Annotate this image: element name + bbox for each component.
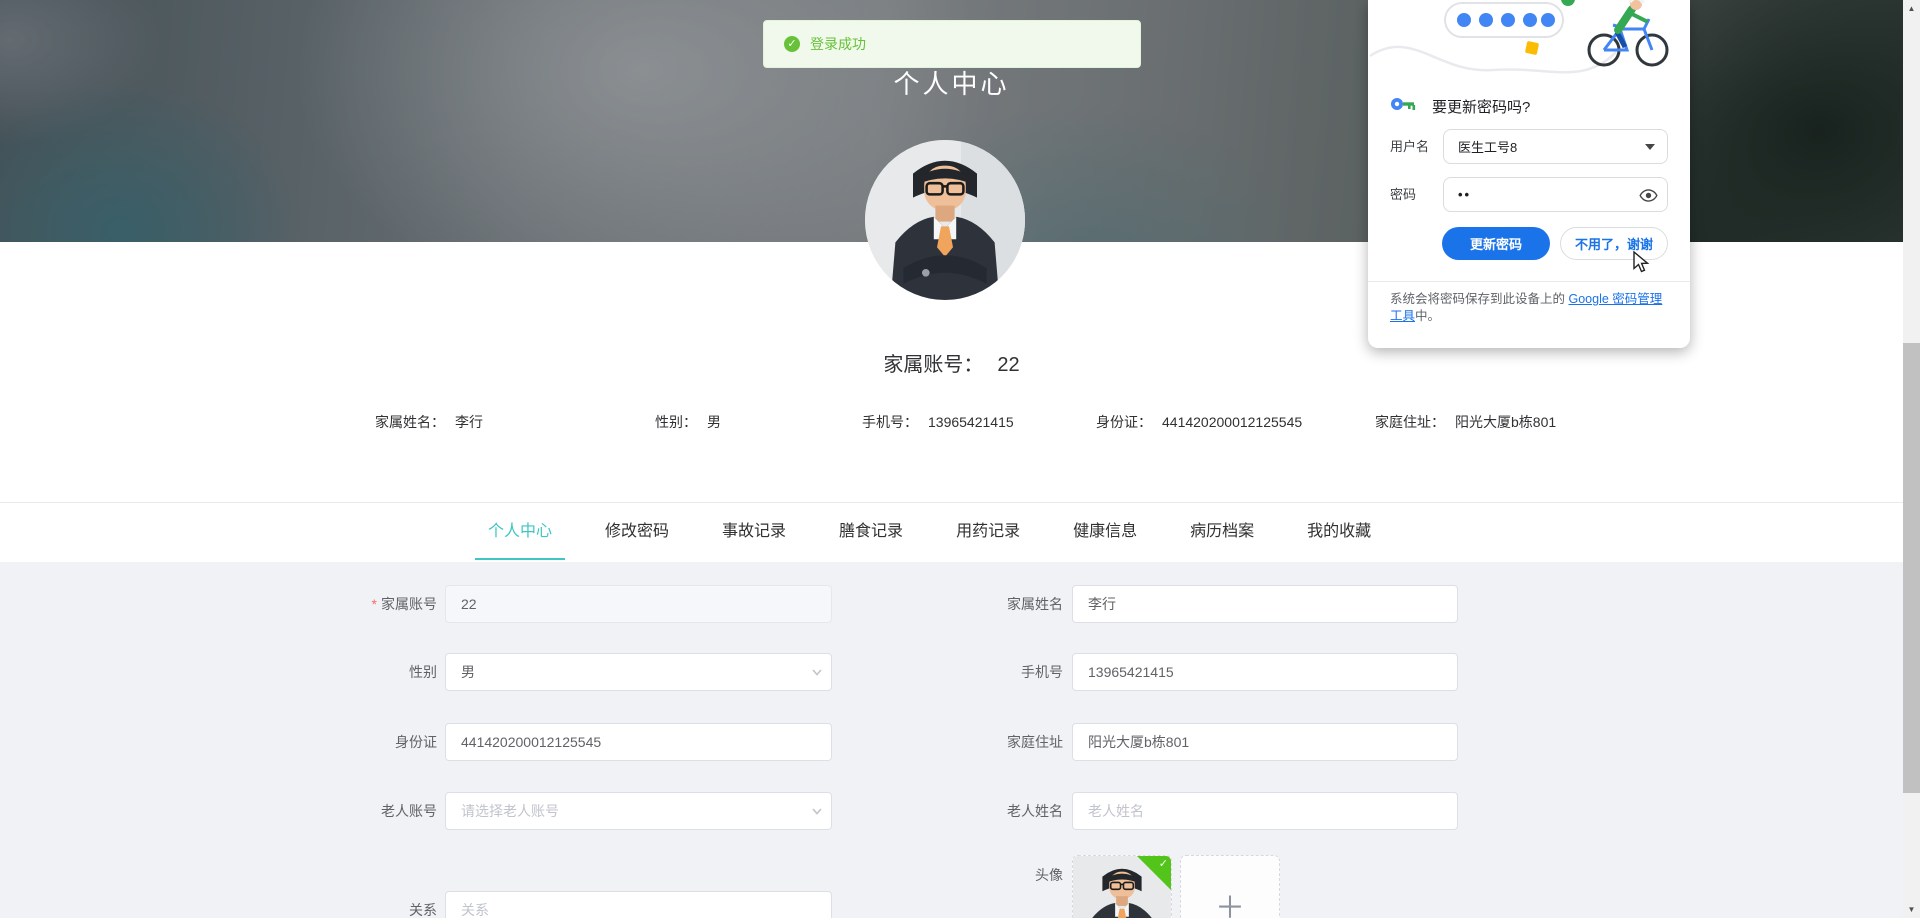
tab-change-password[interactable]: 修改密码 (592, 503, 682, 560)
label-avatar-upload: 头像 (1035, 867, 1063, 883)
idcard-input[interactable] (445, 723, 832, 761)
profile-avatar (865, 140, 1025, 300)
elder-name-input[interactable] (1072, 792, 1458, 830)
account-number-line: 家属账号： 22 (0, 348, 1903, 377)
avatar-portrait (865, 140, 1025, 300)
info-item-gender: 性别：男 (655, 414, 721, 430)
info-item-phone: 手机号： 13965421415 (862, 414, 1014, 430)
elder-account-select[interactable] (445, 792, 832, 830)
profile-info-bar: 家属姓名： 李行 性别：男 手机号： 13965421415 身份证： 4414202… (0, 412, 1903, 432)
tab-personal-center[interactable]: 个人中心 (475, 503, 566, 560)
login-success-toast: ✓ 登录成功 (763, 20, 1141, 68)
scroll-down-arrow[interactable]: ▼ (1903, 901, 1920, 918)
success-check-icon: ✓ (784, 36, 800, 52)
label-relation: 关系 (409, 902, 437, 918)
tab-medical-archive[interactable]: 病历档案 (1177, 503, 1267, 560)
info-item-address: 家庭住址： 阳光大厦b栋801 (1375, 414, 1557, 430)
upload-check-icon: ✓ (1158, 858, 1168, 870)
key-icon (1391, 98, 1416, 110)
label-idcard: 身份证 (395, 734, 437, 750)
label-gender: 性别 (409, 664, 437, 680)
tab-bar: 个人中心 修改密码 事故记录 膳食记录 用药记录 健康信息 病历档案 我的收藏 (475, 503, 1411, 562)
decline-button[interactable]: 不用了，谢谢 (1560, 227, 1668, 260)
update-password-button[interactable]: 更新密码 (1442, 227, 1550, 260)
password-label: 密码 (1390, 187, 1417, 202)
eye-icon[interactable] (1639, 186, 1658, 205)
tab-health-info[interactable]: 健康信息 (1060, 503, 1150, 560)
username-label: 用户名 (1390, 139, 1430, 154)
account-value: 22 (997, 354, 1020, 376)
required-asterisk: * (371, 596, 377, 612)
label-family-account: * 家属账号 (371, 596, 437, 612)
family-account-input[interactable] (445, 585, 832, 623)
info-item-name: 家属姓名： 李行 (375, 414, 483, 430)
family-name-input[interactable] (1072, 585, 1458, 623)
username-field[interactable]: 医生工号8 (1443, 129, 1668, 164)
mouse-cursor (1633, 251, 1650, 273)
vertical-scrollbar[interactable]: ▲ ▼ (1903, 0, 1920, 918)
chrome-password-update-popup: 要更新密码吗? 用户名 医生工号8 密码 •• 更新密码 不用了，谢谢 系统会将… (1368, 0, 1690, 348)
label-elder-name: 老人姓名 (1007, 803, 1063, 819)
tab-diet-records[interactable]: 膳食记录 (826, 503, 916, 560)
toast-message: 登录成功 (810, 36, 866, 52)
gender-select[interactable] (445, 653, 832, 691)
password-illustration (1369, 0, 1669, 74)
phone-input[interactable] (1072, 653, 1458, 691)
label-elder-account: 老人账号 (381, 803, 437, 819)
tab-accident-records[interactable]: 事故记录 (709, 503, 799, 560)
scrollbar-thumb[interactable] (1903, 343, 1920, 793)
relation-input[interactable] (445, 891, 832, 918)
address-input[interactable] (1072, 723, 1458, 761)
popup-title: 要更新密码吗? (1432, 99, 1531, 116)
uploaded-avatar-thumbnail[interactable]: ✓ (1072, 855, 1172, 918)
scroll-up-arrow[interactable]: ▲ (1903, 0, 1920, 17)
info-item-idcard: 身份证： 441420200012125545 (1096, 414, 1303, 430)
label-address: 家庭住址 (1007, 734, 1063, 750)
dropdown-caret-icon[interactable] (1645, 144, 1655, 150)
avatar-upload-button[interactable]: ＋ (1180, 855, 1280, 918)
personal-center-page: 个人中心 ✓ 登录成功 家属账号： 22 家属姓名： 李行 性别：男 手机号： … (0, 0, 1920, 918)
label-phone: 手机号 (1021, 664, 1063, 680)
password-field[interactable]: •• (1443, 177, 1668, 212)
plus-icon: ＋ (1215, 892, 1245, 918)
tab-favorites[interactable]: 我的收藏 (1294, 503, 1384, 560)
label-family-name: 家属姓名 (1007, 596, 1063, 612)
popup-divider (1368, 281, 1690, 282)
popup-footer: 系统会将密码保存到此设备上的 Google 密码管理工具中。 (1390, 292, 1663, 323)
account-label: 家属账号： (883, 354, 984, 376)
tab-medication-records[interactable]: 用药记录 (943, 503, 1033, 560)
